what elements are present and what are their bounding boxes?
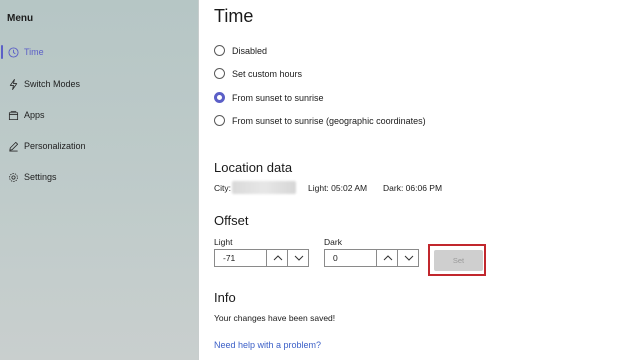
light-increment-button[interactable] (266, 250, 288, 266)
dark-offset-value: 0 (333, 253, 338, 263)
chevron-up-icon (273, 255, 282, 261)
sidebar-item-switch-modes[interactable]: Switch Modes (0, 73, 198, 95)
radio-label: Disabled (232, 45, 268, 56)
radio-sunset-to-sunrise[interactable]: From sunset to sunrise (214, 92, 324, 103)
pen-icon (7, 140, 19, 152)
radio-custom-hours[interactable]: Set custom hours (214, 68, 302, 79)
sidebar-item-time[interactable]: Time (0, 41, 198, 63)
radio-label: Set custom hours (232, 68, 303, 79)
sidebar: Menu Time Switch Modes Apps Personalizat… (0, 0, 199, 360)
chevron-down-icon (294, 255, 303, 261)
radio-label: From sunset to sunrise (geographic coord… (232, 115, 426, 126)
radio-circle (214, 45, 225, 56)
dark-offset-stepper[interactable]: 0 (324, 249, 419, 267)
dark-offset-label: Dark (324, 237, 342, 247)
sidebar-item-apps[interactable]: Apps (0, 104, 198, 126)
lightning-icon (7, 78, 19, 90)
gear-icon (7, 171, 19, 183)
dark-increment-button[interactable] (376, 250, 398, 266)
sidebar-item-label: Apps (24, 110, 45, 120)
offset-heading: Offset (214, 213, 249, 228)
set-button[interactable]: Set (434, 250, 483, 271)
city-value-redacted (232, 181, 296, 194)
main-content: Time Disabled Set custom hours From suns… (199, 0, 640, 360)
light-time: Light: 05:02 AM (308, 183, 368, 193)
info-heading: Info (214, 290, 236, 305)
radio-disabled[interactable]: Disabled (214, 45, 267, 56)
info-message: Your changes have been saved! (214, 313, 336, 323)
radio-circle (214, 68, 225, 79)
sidebar-item-settings[interactable]: Settings (0, 166, 198, 188)
location-data-heading: Location data (214, 160, 293, 175)
sidebar-item-label: Personalization (24, 141, 86, 151)
chevron-down-icon (404, 255, 413, 261)
light-offset-value: -71 (223, 253, 236, 263)
radio-geographic-coordinates[interactable]: From sunset to sunrise (geographic coord… (214, 115, 426, 126)
dark-decrement-button[interactable] (397, 250, 419, 266)
light-offset-stepper[interactable]: -71 (214, 249, 309, 267)
apps-icon (7, 109, 19, 121)
city-label: City: (214, 183, 231, 193)
sidebar-item-label: Settings (24, 172, 57, 182)
dark-time: Dark: 06:06 PM (383, 183, 443, 193)
radio-label: From sunset to sunrise (232, 92, 324, 103)
clock-icon (7, 46, 19, 58)
sidebar-item-label: Time (24, 47, 44, 57)
help-link[interactable]: Need help with a problem? (214, 340, 321, 350)
light-decrement-button[interactable] (287, 250, 309, 266)
page-title: Time (214, 6, 254, 26)
chevron-up-icon (383, 255, 392, 261)
menu-title: Menu (7, 13, 34, 24)
sidebar-item-personalization[interactable]: Personalization (0, 135, 198, 157)
radio-circle (214, 92, 225, 103)
light-offset-label: Light (214, 237, 233, 247)
sidebar-item-label: Switch Modes (24, 79, 81, 89)
radio-circle (214, 115, 225, 126)
